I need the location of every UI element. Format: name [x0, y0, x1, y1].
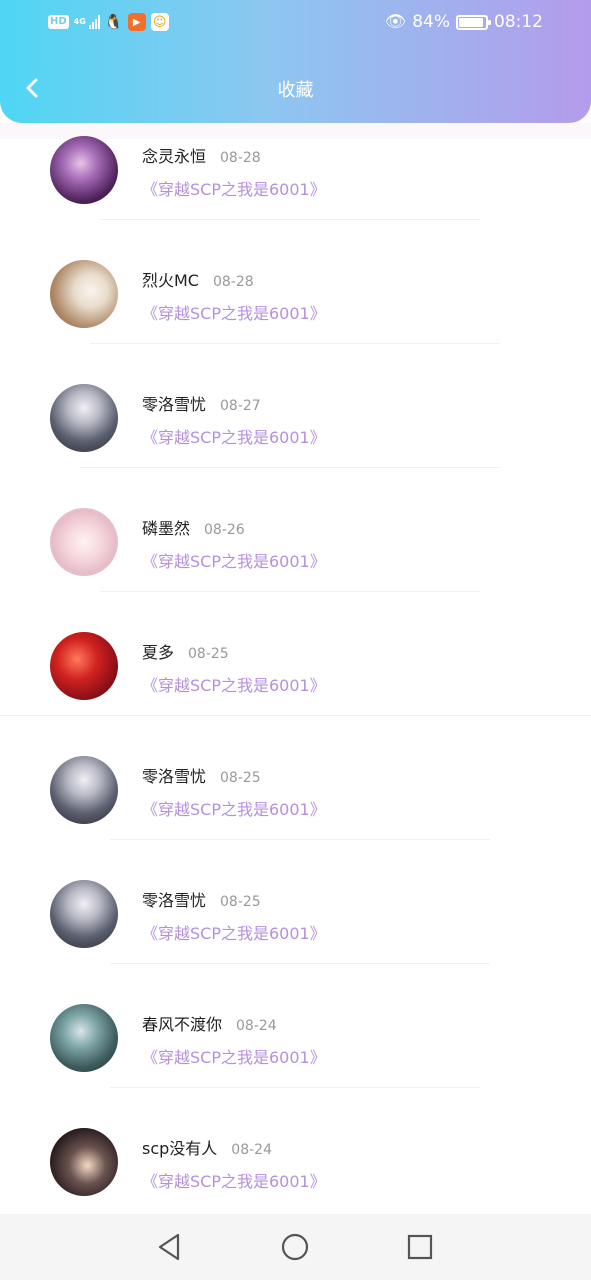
- date-label: 08-26: [204, 522, 245, 538]
- username: 春风不渡你: [142, 1015, 223, 1034]
- username: scp没有人: [142, 1139, 218, 1158]
- date-label: 08-24: [236, 1018, 277, 1034]
- list-item[interactable]: 零洛雪忧 08-27 《穿越SCP之我是6001》: [0, 384, 591, 508]
- book-title-link[interactable]: 《穿越SCP之我是6001》: [142, 424, 326, 448]
- list-item[interactable]: 念灵永恒 08-28 《穿越SCP之我是6001》: [0, 136, 591, 260]
- avatar[interactable]: [50, 632, 118, 700]
- list-item[interactable]: 春风不渡你 08-24 《穿越SCP之我是6001》: [0, 1004, 591, 1128]
- home-circle-icon: [281, 1233, 309, 1261]
- nav-recents-button[interactable]: [403, 1230, 437, 1264]
- username: 零洛雪忧: [142, 891, 207, 910]
- date-label: 08-25: [220, 894, 261, 910]
- username: 夏多: [142, 643, 175, 662]
- divider: [90, 343, 500, 344]
- clock: 08:12: [494, 12, 543, 32]
- date-label: 08-25: [188, 646, 229, 662]
- divider: [110, 1087, 480, 1088]
- username: 磷墨然: [142, 519, 191, 538]
- date-label: 08-28: [220, 150, 261, 166]
- avatar[interactable]: [50, 136, 118, 204]
- book-title-link[interactable]: 《穿越SCP之我是6001》: [142, 1168, 326, 1192]
- network-type-label: 4G: [73, 17, 86, 26]
- divider: [110, 839, 490, 840]
- page-title: 收藏: [277, 80, 314, 101]
- list-item[interactable]: 夏多 08-25 《穿越SCP之我是6001》: [0, 632, 591, 756]
- date-label: 08-25: [220, 770, 261, 786]
- list-item[interactable]: 零洛雪忧 08-25 《穿越SCP之我是6001》: [0, 880, 591, 1004]
- nav-back-button[interactable]: [152, 1230, 186, 1264]
- book-title-link[interactable]: 《穿越SCP之我是6001》: [142, 1044, 326, 1068]
- qq-icon: 🐧: [104, 13, 124, 31]
- username: 念灵永恒: [142, 147, 207, 166]
- status-bar: HD 4G 🐧 ▶ ☺ 👁 84% 08:12: [0, 0, 591, 44]
- avatar[interactable]: [50, 1004, 118, 1072]
- date-label: 08-27: [220, 398, 261, 414]
- username: 零洛雪忧: [142, 767, 207, 786]
- avatar[interactable]: [50, 880, 118, 948]
- username: 零洛雪忧: [142, 395, 207, 414]
- hd-icon: HD: [48, 15, 69, 29]
- book-title-link[interactable]: 《穿越SCP之我是6001》: [142, 672, 326, 696]
- date-label: 08-28: [212, 274, 254, 290]
- avatar[interactable]: [50, 384, 118, 452]
- recents-square-icon: [407, 1234, 433, 1260]
- battery-percent: 84%: [412, 12, 450, 32]
- battery-icon: [456, 14, 491, 30]
- divider: [0, 715, 591, 716]
- signal-icon: [88, 15, 100, 29]
- book-title-link[interactable]: 《穿越SCP之我是6001》: [142, 176, 326, 200]
- back-triangle-icon: [158, 1233, 180, 1261]
- app-header: HD 4G 🐧 ▶ ☺ 👁 84% 08:12 收藏: [0, 0, 591, 123]
- divider: [110, 963, 490, 964]
- video-app-icon: ▶: [127, 13, 146, 31]
- book-title-link[interactable]: 《穿越SCP之我是6001》: [142, 548, 326, 572]
- avatar[interactable]: [50, 1128, 118, 1196]
- avatar[interactable]: [50, 260, 118, 328]
- emoji-app-icon: ☺: [150, 13, 169, 31]
- list-item[interactable]: 零洛雪忧 08-25 《穿越SCP之我是6001》: [0, 756, 591, 880]
- system-nav-bar: [0, 1214, 591, 1280]
- book-title-link[interactable]: 《穿越SCP之我是6001》: [142, 300, 326, 324]
- book-title-link[interactable]: 《穿越SCP之我是6001》: [142, 796, 326, 820]
- avatar[interactable]: [50, 756, 118, 824]
- divider: [100, 591, 480, 592]
- date-label: 08-24: [231, 1142, 272, 1158]
- book-title-link[interactable]: 《穿越SCP之我是6001》: [142, 920, 326, 944]
- username: 烈火MC: [142, 271, 199, 290]
- avatar[interactable]: [50, 508, 118, 576]
- nav-home-button[interactable]: [278, 1230, 312, 1264]
- list-item[interactable]: 磷墨然 08-26 《穿越SCP之我是6001》: [0, 508, 591, 632]
- eye-icon: 👁: [384, 12, 407, 32]
- divider: [100, 219, 480, 220]
- divider: [80, 467, 500, 468]
- list-item[interactable]: 烈火MC 08-28 《穿越SCP之我是6001》: [0, 260, 591, 384]
